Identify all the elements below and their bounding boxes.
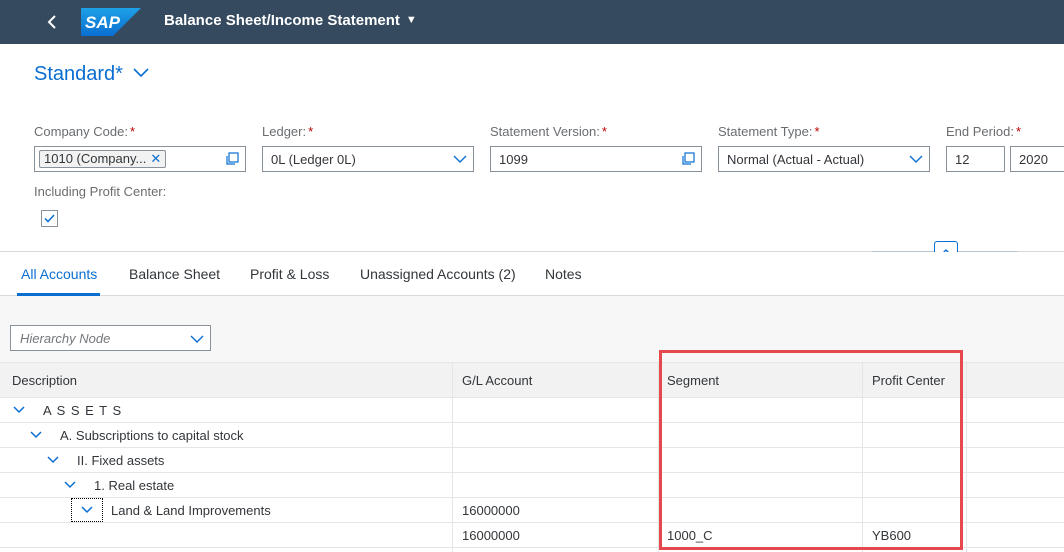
end-period-year-input[interactable]: 2020 [1010,146,1064,172]
hierarchy-node-select[interactable]: Hierarchy Node [10,325,211,351]
chevron-left-icon [47,15,56,29]
logo-text: SAP [85,13,121,32]
expand-toggle[interactable] [11,402,27,418]
expand-toggle[interactable] [62,477,78,493]
chevron-down-icon [30,431,42,439]
hierarchy-node-placeholder: Hierarchy Node [20,331,111,346]
value-help-button[interactable] [675,147,701,171]
variant-name: Standard* [34,63,123,85]
row-description: II. Fixed assets [77,453,165,468]
row-profit-center: YB600 [872,528,912,543]
statement-version-value: 1099 [499,152,528,167]
tab-profit-loss[interactable]: Profit & Loss [250,266,329,282]
including-profit-center-label: Including Profit Center: [34,184,167,199]
remove-token-icon[interactable]: ✕ [150,151,161,166]
value-help-icon [226,152,239,165]
company-code-label: Company Code: * [34,124,136,139]
ledger-label: Ledger: * [262,124,314,139]
back-button[interactable] [40,10,64,34]
table-row[interactable]: 16000000 1000_C YB600 [0,523,1064,548]
row-segment: 1000_C [667,528,713,543]
app-title-menu[interactable]: Balance Sheet/Income Statement ▼ [164,12,417,29]
caret-down-icon: ▼ [405,14,417,26]
table-row[interactable]: A S S E T S [0,398,1064,423]
company-code-field[interactable]: 1010 (Company... ✕ [34,146,246,172]
ledger-value: 0L (Ledger 0L) [271,152,356,167]
checkmark-icon [44,214,55,223]
statement-type-label: Statement Type: * [718,124,820,139]
chevron-down-icon [453,155,467,163]
including-profit-center-checkbox[interactable] [41,210,58,227]
row-gl-account: 16000000 [462,528,520,543]
column-header-description[interactable]: Description [12,373,77,388]
table-row[interactable]: Land & Land Improvements 16000000 [0,498,1064,523]
row-description: A S S E T S [43,403,123,418]
shell-bar: SAP Balance Sheet/Income Statement ▼ [0,0,1064,44]
app-title: Balance Sheet/Income Statement [164,12,400,29]
value-help-icon [682,152,695,165]
variant-selector[interactable]: Standard* [34,63,149,86]
statement-version-label: Statement Version: * [490,124,607,139]
company-code-token[interactable]: 1010 (Company... ✕ [39,150,167,168]
value-help-button[interactable] [219,147,245,171]
column-header-segment[interactable]: Segment [667,373,719,388]
chevron-down-icon [190,331,204,349]
tab-bar: All Accounts Balance Sheet Profit & Loss… [0,252,1064,296]
table-row[interactable]: A. Subscriptions to capital stock [0,423,1064,448]
chevron-down-icon [81,506,93,514]
filter-bar: Standard* Company Code: * 1010 (Company..… [0,44,1064,263]
statement-type-dropdown-button[interactable] [903,147,929,171]
statement-type-select[interactable]: Normal (Actual - Actual) [718,146,930,172]
end-period-label: End Period: * [946,124,1021,139]
table-header: Description G/L Account Segment Profit C… [0,363,1064,398]
chevron-down-icon [909,155,923,163]
ledger-select[interactable]: 0L (Ledger 0L) [262,146,474,172]
row-description: A. Subscriptions to capital stock [60,428,244,443]
expand-toggle[interactable] [28,427,44,443]
chevron-down-icon [64,481,76,489]
chevron-down-icon [133,68,149,78]
active-tab-indicator [17,293,100,296]
expand-toggle[interactable] [71,498,103,522]
row-description: 1. Real estate [94,478,175,493]
statement-type-value: Normal (Actual - Actual) [727,152,865,167]
accounts-table: Description G/L Account Segment Profit C… [0,362,1064,552]
sap-logo: SAP [81,8,141,36]
row-description: Land & Land Improvements [111,503,271,518]
column-header-gl-account[interactable]: G/L Account [462,373,532,388]
expand-toggle[interactable] [45,452,61,468]
chevron-down-icon [47,456,59,464]
end-period-month-input[interactable]: 12 [946,146,1005,172]
ledger-dropdown-button[interactable] [447,147,473,171]
tab-balance-sheet[interactable]: Balance Sheet [129,266,220,282]
statement-version-field[interactable]: 1099 [490,146,702,172]
table-row[interactable]: 1. Real estate [0,473,1064,498]
row-gl-account: 16000000 [462,503,520,518]
tab-all-accounts[interactable]: All Accounts [21,266,97,282]
tab-notes[interactable]: Notes [545,266,582,282]
column-header-profit-center[interactable]: Profit Center [872,373,945,388]
tab-unassigned-accounts[interactable]: Unassigned Accounts (2) [360,266,516,282]
table-row[interactable]: II. Fixed assets [0,448,1064,473]
chevron-down-icon [13,406,25,414]
